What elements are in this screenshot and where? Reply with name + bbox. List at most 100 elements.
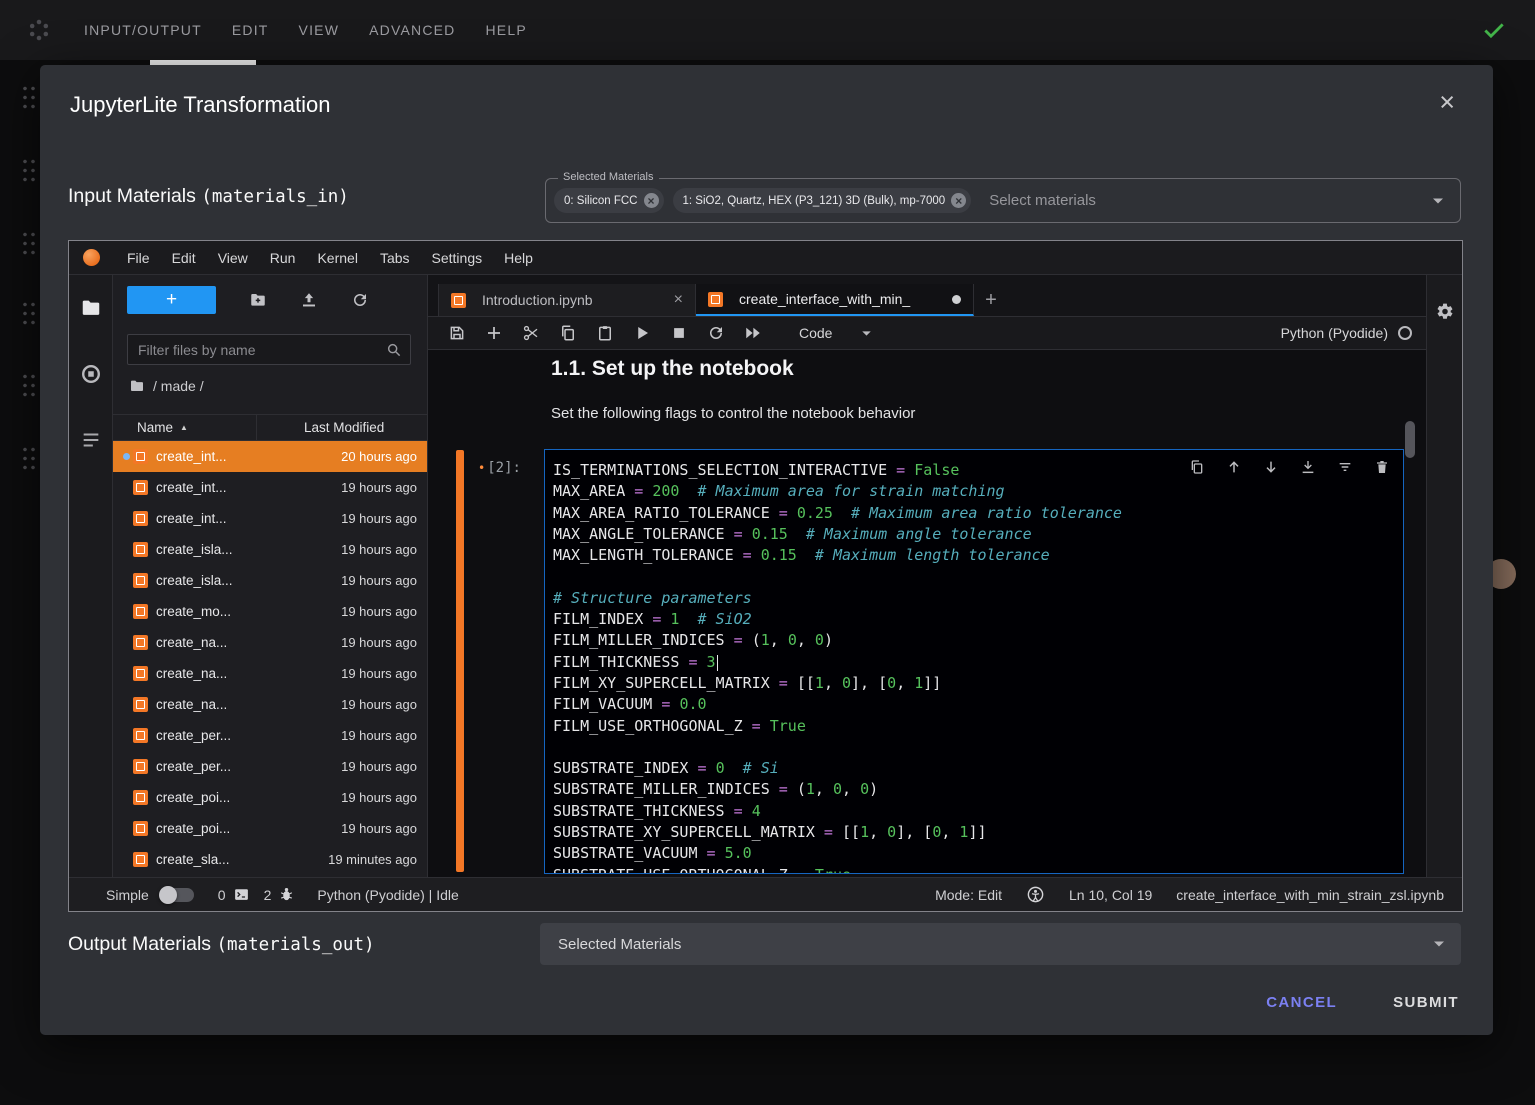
file-modified-time: 20 hours ago	[341, 449, 417, 464]
column-header-modified[interactable]: Last Modified	[256, 415, 427, 440]
jlab-menu-run[interactable]: Run	[259, 250, 307, 266]
filter-files-input-wrap	[127, 334, 411, 365]
paste-icon[interactable]	[596, 324, 614, 342]
terminal-icon	[233, 886, 250, 903]
cut-icon[interactable]	[522, 324, 540, 342]
jlab-menu-view[interactable]: View	[207, 250, 259, 266]
kernel-status-text[interactable]: Python (Pyodide) | Idle	[317, 887, 458, 903]
jlab-menu-kernel[interactable]: Kernel	[306, 250, 368, 266]
simple-mode-toggle[interactable]	[161, 888, 194, 902]
table-of-contents-icon[interactable]	[80, 429, 102, 451]
code-line: MAX_ANGLE_TOLERANCE = 0.15 # Maximum ang…	[553, 524, 1395, 545]
app-menu-advanced[interactable]: ADVANCED	[369, 22, 455, 38]
app-menu-view[interactable]: VIEW	[299, 22, 340, 38]
app-menu-input-output[interactable]: INPUT/OUTPUT	[84, 22, 202, 38]
material-chip[interactable]: 0: Silicon FCC×	[554, 188, 664, 213]
new-launcher-button[interactable]: +	[127, 286, 216, 314]
restart-run-all-icon[interactable]	[744, 324, 762, 342]
file-row[interactable]: create_na...19 hours ago	[113, 627, 427, 658]
refresh-icon[interactable]	[351, 291, 369, 309]
material-chip[interactable]: 1: SiO2, Quartz, HEX (P3_121) 3D (Bulk),…	[673, 188, 972, 213]
file-row[interactable]: create_mo...19 hours ago	[113, 596, 427, 627]
new-tab-button[interactable]: +	[974, 284, 1008, 316]
code-cell-editor[interactable]: IS_TERMINATIONS_SELECTION_INTERACTIVE = …	[544, 449, 1404, 874]
jlab-menu-tabs[interactable]: Tabs	[369, 250, 421, 266]
column-header-name[interactable]: Name ▲	[113, 420, 256, 435]
file-name: create_na...	[156, 697, 227, 712]
code-line	[553, 737, 1395, 758]
submit-button[interactable]: SUBMIT	[1393, 994, 1459, 1011]
jlab-menu-help[interactable]: Help	[493, 250, 544, 266]
save-icon[interactable]	[448, 324, 466, 342]
file-row[interactable]: create_int...20 hours ago	[113, 441, 427, 472]
code-line: MAX_LENGTH_TOLERANCE = 0.15 # Maximum le…	[553, 545, 1395, 566]
run-cell-icon[interactable]	[633, 324, 651, 342]
kernels-count[interactable]: 2	[264, 886, 296, 903]
file-row[interactable]: create_isla...19 hours ago	[113, 565, 427, 596]
code-line: SUBSTRATE_USE_ORTHOGONAL_Z = True	[553, 865, 1395, 874]
file-row[interactable]: create_sla...19 minutes ago	[113, 844, 427, 875]
notebook-scrollbar-thumb[interactable]	[1405, 421, 1415, 458]
app-menu-help[interactable]: HELP	[486, 22, 527, 38]
mode-indicator: Mode: Edit	[935, 887, 1002, 903]
running-kernels-icon[interactable]	[80, 363, 102, 385]
file-list: create_int...20 hours agocreate_int...19…	[113, 441, 427, 877]
file-row[interactable]: create_poi...19 hours ago	[113, 813, 427, 844]
cursor-position[interactable]: Ln 10, Col 19	[1069, 887, 1152, 903]
jlab-menu-settings[interactable]: Settings	[421, 250, 494, 266]
file-name: create_isla...	[156, 573, 233, 588]
duplicate-cell-icon[interactable]	[1189, 459, 1205, 475]
file-row[interactable]: create_poi...19 hours ago	[113, 782, 427, 813]
file-modified-time: 19 hours ago	[341, 728, 417, 743]
accessibility-icon[interactable]	[1026, 885, 1045, 904]
chip-remove-icon[interactable]: ×	[644, 193, 659, 208]
copy-icon[interactable]	[559, 324, 577, 342]
markdown-paragraph: Set the following flags to control the n…	[551, 405, 915, 422]
notebook-file-icon	[133, 511, 148, 526]
stop-kernel-icon[interactable]	[670, 324, 688, 342]
insert-cell-below-icon[interactable]	[1300, 459, 1316, 475]
breadcrumb[interactable]: / made /	[129, 378, 204, 394]
code-line: FILM_MILLER_INDICES = (1, 0, 0)	[553, 630, 1395, 651]
file-row[interactable]: create_per...19 hours ago	[113, 720, 427, 751]
close-tab-icon[interactable]: ×	[674, 292, 683, 308]
add-cell-icon[interactable]	[485, 324, 503, 342]
file-row[interactable]: create_int...19 hours ago	[113, 472, 427, 503]
active-cell-collapser[interactable]	[456, 450, 464, 872]
file-row[interactable]: create_isla...19 hours ago	[113, 534, 427, 565]
check-icon[interactable]	[1481, 17, 1507, 43]
selected-materials-combobox[interactable]: Selected Materials 0: Silicon FCC×1: SiO…	[545, 178, 1461, 223]
kernel-name[interactable]: Python (Pyodide)	[1281, 325, 1388, 341]
cancel-button[interactable]: CANCEL	[1266, 994, 1337, 1011]
output-materials-dropdown[interactable]: Selected Materials	[540, 923, 1461, 965]
restart-kernel-icon[interactable]	[707, 324, 725, 342]
cell-type-dropdown[interactable]: Code	[799, 325, 875, 342]
jlab-menu-file[interactable]: File	[116, 250, 161, 266]
delete-cell-icon[interactable]	[1374, 459, 1390, 475]
close-icon[interactable]: ×	[1439, 89, 1455, 116]
file-row[interactable]: create_na...19 hours ago	[113, 658, 427, 689]
filter-files-input[interactable]	[128, 335, 410, 364]
file-row[interactable]: create_na...19 hours ago	[113, 689, 427, 720]
move-cell-down-icon[interactable]	[1263, 459, 1279, 475]
gear-icon[interactable]	[1435, 302, 1454, 321]
new-folder-icon[interactable]	[249, 291, 267, 309]
cell-options-icon[interactable]	[1337, 459, 1353, 475]
move-cell-up-icon[interactable]	[1226, 459, 1242, 475]
file-row[interactable]: create_int...19 hours ago	[113, 503, 427, 534]
jlab-menu-edit[interactable]: Edit	[161, 250, 207, 266]
code-line: FILM_VACUUM = 0.0	[553, 694, 1395, 715]
terminals-count[interactable]: 0	[218, 886, 250, 903]
file-row[interactable]: create_per...19 hours ago	[113, 751, 427, 782]
upload-icon[interactable]	[300, 291, 318, 309]
tab-introduction[interactable]: Introduction.ipynb ×	[438, 284, 696, 316]
tab-create-interface[interactable]: create_interface_with_min_	[696, 284, 974, 316]
file-modified-time: 19 hours ago	[341, 821, 417, 836]
code-line: SUBSTRATE_MILLER_INDICES = (1, 0, 0)	[553, 779, 1395, 800]
notebook-file-icon	[133, 759, 148, 774]
file-modified-time: 19 hours ago	[341, 542, 417, 557]
app-menu-edit[interactable]: EDIT	[232, 22, 269, 38]
file-browser-icon[interactable]	[80, 297, 102, 319]
chip-remove-icon[interactable]: ×	[951, 193, 966, 208]
file-name: create_per...	[156, 759, 231, 774]
